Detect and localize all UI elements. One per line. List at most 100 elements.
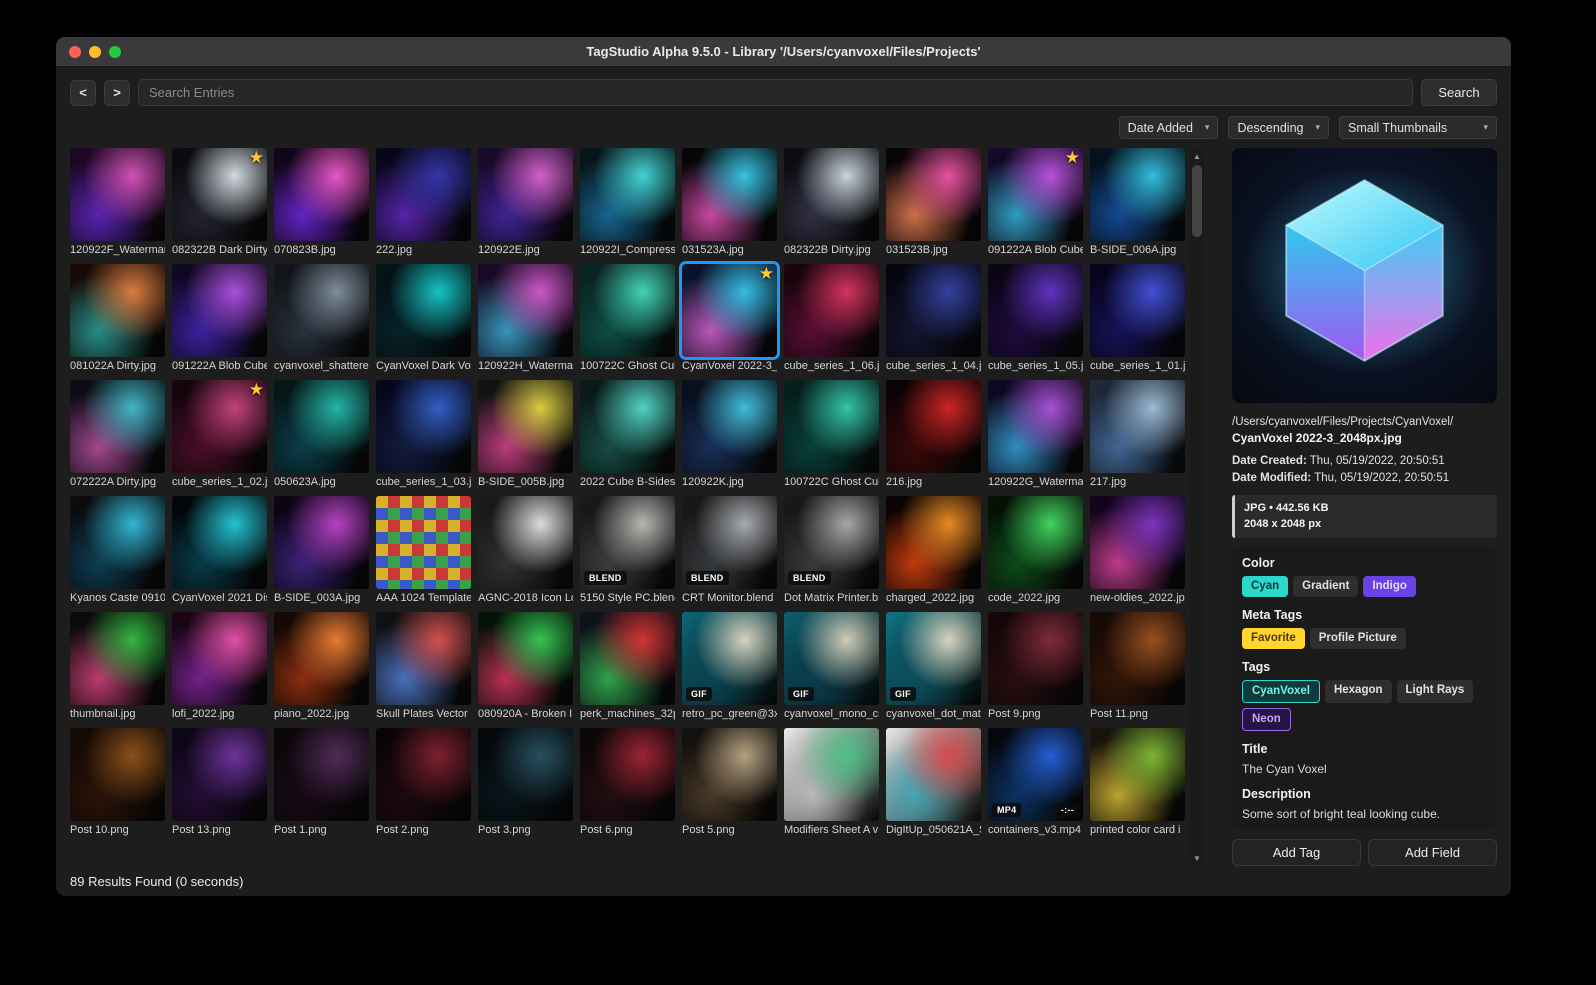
grid-item[interactable]: lofi_2022.jpg xyxy=(172,612,267,720)
grid-item[interactable]: BLEND 5150 Style PC.blend xyxy=(580,496,675,604)
grid-item[interactable]: 120922G_Waterman xyxy=(988,380,1083,488)
scrollbar-thumb[interactable] xyxy=(1192,165,1202,237)
search-input[interactable] xyxy=(138,79,1413,106)
grid-item[interactable]: 216.jpg xyxy=(886,380,981,488)
grid-item[interactable]: BLEND CRT Monitor.blend xyxy=(682,496,777,604)
grid-item[interactable]: cube_series_1_04.j xyxy=(886,264,981,372)
grid-item[interactable]: 100722C Ghost Cub xyxy=(580,264,675,372)
grid-item[interactable]: CyanVoxel 2021 Dis xyxy=(172,496,267,604)
thumbnail-image[interactable] xyxy=(172,496,267,589)
tag-pill[interactable]: Favorite xyxy=(1242,627,1305,649)
tag-pill[interactable]: Gradient xyxy=(1293,575,1359,597)
thumbnail-image[interactable] xyxy=(274,148,369,241)
thumbnail-image[interactable] xyxy=(886,148,981,241)
grid-item[interactable]: 120922F_Watermark xyxy=(70,148,165,256)
thumbnail-image[interactable] xyxy=(478,612,573,705)
thumbnail-image[interactable] xyxy=(580,612,675,705)
grid-item[interactable]: 222.jpg xyxy=(376,148,471,256)
thumbnail-image[interactable] xyxy=(70,496,165,589)
thumbnail-image[interactable]: ★ xyxy=(988,148,1083,241)
grid-item[interactable]: 217.jpg xyxy=(1090,380,1185,488)
grid-item[interactable]: 120922H_Waterman xyxy=(478,264,573,372)
thumbnail-image[interactable] xyxy=(70,728,165,821)
thumbnail-image[interactable] xyxy=(274,496,369,589)
grid-item[interactable]: AAA 1024 Template xyxy=(376,496,471,604)
thumbnail-image[interactable] xyxy=(784,380,879,473)
thumbnail-image[interactable] xyxy=(580,148,675,241)
grid-item[interactable]: 120922E.jpg xyxy=(478,148,573,256)
tag-pill[interactable]: Hexagon xyxy=(1324,679,1392,703)
grid-item[interactable]: Post 10.png xyxy=(70,728,165,836)
thumbnail-image[interactable] xyxy=(376,612,471,705)
thumbnail-image[interactable] xyxy=(478,728,573,821)
thumbnail-image[interactable] xyxy=(580,380,675,473)
thumbnail-image[interactable]: BLEND xyxy=(784,496,879,589)
thumbnail-image[interactable] xyxy=(1090,496,1185,589)
grid-item[interactable]: ★ CyanVoxel 2022-3_ xyxy=(679,261,780,372)
back-button[interactable]: < xyxy=(70,79,96,106)
grid-item[interactable]: GIF cyanvoxel_dot_mat xyxy=(886,612,981,720)
grid-item[interactable]: Kyanos Caste 0910: xyxy=(70,496,165,604)
thumbnail-image[interactable] xyxy=(988,612,1083,705)
thumbnail-image[interactable] xyxy=(1090,612,1185,705)
add-tag-button[interactable]: Add Tag xyxy=(1232,839,1361,866)
grid-item[interactable]: 081022A Dirty.jpg xyxy=(70,264,165,372)
thumbnail-image[interactable] xyxy=(784,264,879,357)
thumbnail-image[interactable] xyxy=(478,380,573,473)
thumbnail-image[interactable]: GIF xyxy=(784,612,879,705)
grid-item[interactable]: Post 9.png xyxy=(988,612,1083,720)
thumbnail-image[interactable]: MP4 -:-- xyxy=(988,728,1083,821)
maximize-button[interactable] xyxy=(109,46,121,58)
tag-pill[interactable]: CyanVoxel xyxy=(1242,679,1320,703)
thumbnail-image[interactable] xyxy=(988,380,1083,473)
grid-item[interactable]: 091222A Blob Cube xyxy=(172,264,267,372)
thumbnail-image[interactable] xyxy=(376,496,471,589)
grid-item[interactable]: AGNC-2018 Icon Lo xyxy=(478,496,573,604)
grid-item[interactable]: B-SIDE_006A.jpg xyxy=(1090,148,1185,256)
sort-direction-dropdown[interactable]: Descending ▾ xyxy=(1228,116,1329,139)
thumbnail-image[interactable] xyxy=(988,496,1083,589)
thumbnail-image[interactable] xyxy=(70,380,165,473)
titlebar[interactable]: TagStudio Alpha 9.5.0 - Library '/Users/… xyxy=(56,37,1511,67)
grid-item[interactable]: 031523B.jpg xyxy=(886,148,981,256)
grid-item[interactable]: ★ 082322B Dark Dirty xyxy=(172,148,267,256)
thumbnail-image[interactable] xyxy=(478,148,573,241)
thumbnail-image[interactable]: ★ xyxy=(172,148,267,241)
thumbnail-image[interactable] xyxy=(376,148,471,241)
tag-pill[interactable]: Cyan xyxy=(1242,575,1289,597)
grid-item[interactable]: Post 1.png xyxy=(274,728,369,836)
thumbnail-size-dropdown[interactable]: Small Thumbnails ▾ xyxy=(1339,116,1497,139)
thumbnail-image[interactable]: ★ xyxy=(172,380,267,473)
thumbnail-image[interactable] xyxy=(70,148,165,241)
grid-item[interactable]: cube_series_1_06.j xyxy=(784,264,879,372)
grid-item[interactable]: GIF retro_pc_green@3x xyxy=(682,612,777,720)
grid-item[interactable]: cube_series_1_03.j xyxy=(376,380,471,488)
thumbnail-image[interactable] xyxy=(274,264,369,357)
grid-item[interactable]: MP4 -:-- containers_v3.mp4 xyxy=(988,728,1083,836)
thumbnail-image[interactable] xyxy=(784,148,879,241)
grid-item[interactable]: 120922K.jpg xyxy=(682,380,777,488)
thumbnail-image[interactable] xyxy=(274,612,369,705)
grid-item[interactable]: Post 5.png xyxy=(682,728,777,836)
thumbnail-image[interactable] xyxy=(274,728,369,821)
tag-pill[interactable]: Light Rays xyxy=(1396,679,1474,703)
thumbnail-image[interactable] xyxy=(1090,264,1185,357)
search-button[interactable]: Search xyxy=(1421,79,1497,106)
tag-pill[interactable]: Neon xyxy=(1242,707,1291,731)
thumbnail-image[interactable] xyxy=(172,728,267,821)
tag-pill[interactable]: Indigo xyxy=(1363,575,1416,597)
grid-item[interactable]: charged_2022.jpg xyxy=(886,496,981,604)
grid-item[interactable]: BLEND Dot Matrix Printer.b xyxy=(784,496,879,604)
grid-item[interactable]: new-oldies_2022.jp xyxy=(1090,496,1185,604)
thumbnail-image[interactable] xyxy=(682,380,777,473)
grid-item[interactable]: Post 13.png xyxy=(172,728,267,836)
thumbnail-image[interactable] xyxy=(1090,148,1185,241)
grid-item[interactable]: B-SIDE_003A.jpg xyxy=(274,496,369,604)
grid-item[interactable]: Modifiers Sheet A v xyxy=(784,728,879,836)
thumbnail-image[interactable] xyxy=(988,264,1083,357)
thumbnail-image[interactable] xyxy=(784,728,879,821)
thumbnail-image[interactable] xyxy=(682,148,777,241)
grid-item[interactable]: 100722C Ghost Cub xyxy=(784,380,879,488)
grid-item[interactable]: 050623A.jpg xyxy=(274,380,369,488)
add-field-button[interactable]: Add Field xyxy=(1368,839,1497,866)
